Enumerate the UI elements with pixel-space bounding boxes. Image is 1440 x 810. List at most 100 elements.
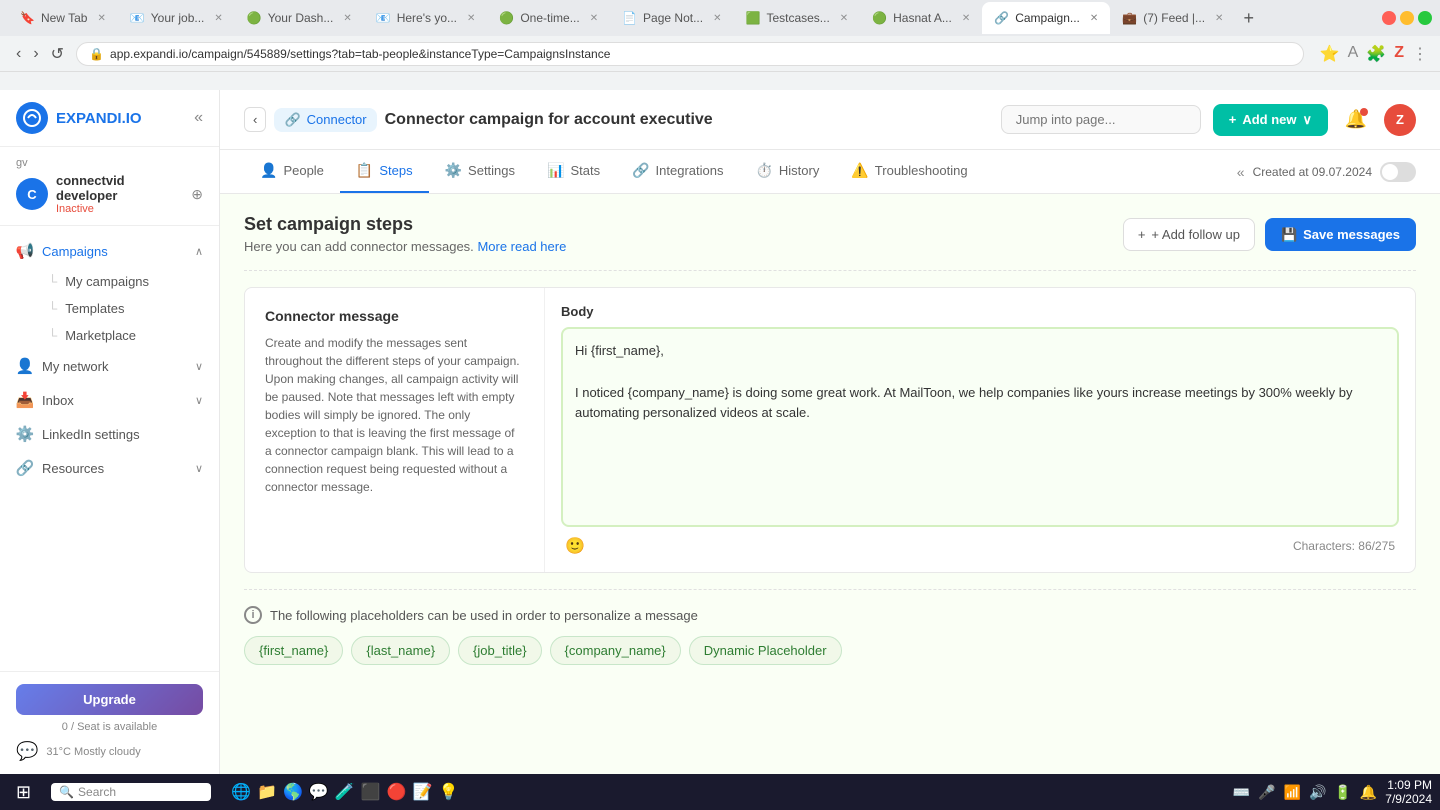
tab-close-icon[interactable]: ✕ — [1090, 13, 1098, 24]
tab-favicon: 🔖 — [20, 11, 35, 25]
taskbar-terminal-icon[interactable]: ⬛ — [361, 782, 381, 802]
refresh-browser-button[interactable]: ↺ — [47, 42, 68, 66]
tab-testcases[interactable]: 🟩 Testcases... ✕ — [733, 2, 860, 34]
notification-dot — [1360, 108, 1368, 116]
tab-your-dash[interactable]: 🟢 Your Dash... ✕ — [235, 2, 364, 34]
message-textarea[interactable]: Hi {first_name}, I noticed {company_name… — [561, 327, 1399, 527]
tab-integrations[interactable]: 🔗 Integrations — [616, 150, 739, 193]
placeholder-job-title[interactable]: {job_title} — [458, 636, 542, 665]
tab-close-icon[interactable]: ✕ — [97, 13, 105, 24]
emoji-picker-icon[interactable]: 🙂 — [565, 536, 585, 556]
tab-label: Here's yo... — [397, 11, 457, 25]
tab-close-icon[interactable]: ✕ — [1215, 13, 1223, 24]
more-read-link[interactable]: More read here — [477, 239, 566, 254]
sidebar-item-label: My network — [42, 359, 187, 374]
created-at-label: Created at 09.07.2024 — [1253, 165, 1372, 179]
taskbar-mic-icon: 🎤 — [1258, 784, 1275, 801]
sidebar-item-templates[interactable]: Templates — [32, 295, 219, 322]
user-avatar-top[interactable]: Z — [1384, 104, 1416, 136]
placeholder-first-name[interactable]: {first_name} — [244, 636, 343, 665]
minimize-window-button[interactable] — [1400, 11, 1414, 25]
collapse-icon[interactable]: « — [1237, 164, 1245, 180]
taskbar-folder-icon[interactable]: 📁 — [257, 782, 277, 802]
maximize-window-button[interactable] — [1418, 11, 1432, 25]
tab-history[interactable]: ⏱️ History — [739, 150, 835, 193]
notification-button[interactable]: 🔔 — [1340, 104, 1372, 136]
placeholder-tags: {first_name} {last_name} {job_title} {co… — [244, 636, 1416, 665]
placeholder-dynamic[interactable]: Dynamic Placeholder — [689, 636, 842, 665]
sidebar-item-my-campaigns[interactable]: My campaigns — [32, 268, 219, 295]
tab-hasnat[interactable]: 🟢 Hasnat A... ✕ — [860, 2, 982, 34]
steps-icon: 📋 — [356, 162, 373, 179]
connector-message-description: Create and modify the messages sent thro… — [265, 334, 524, 496]
tab-heres-yo[interactable]: 📧 Here's yo... ✕ — [364, 2, 488, 34]
taskbar-search[interactable]: 🔍 Search — [51, 783, 211, 801]
extension-puzzle-icon[interactable]: 🧩 — [1366, 44, 1386, 64]
sidebar-item-marketplace[interactable]: Marketplace — [32, 322, 219, 349]
tab-close-icon[interactable]: ✕ — [343, 13, 351, 24]
start-button[interactable]: ⊞ — [8, 778, 39, 807]
tab-people[interactable]: 👤 People — [244, 150, 340, 193]
sidebar-item-linkedin-settings[interactable]: ⚙️ LinkedIn settings — [0, 417, 219, 451]
tab-steps[interactable]: 📋 Steps — [340, 150, 429, 193]
taskbar-code-icon[interactable]: 💡 — [438, 782, 458, 802]
add-new-button[interactable]: + Add new ∨ — [1213, 104, 1328, 136]
add-follow-button[interactable]: + + Add follow up — [1123, 218, 1255, 251]
taskbar-chrome-icon[interactable]: 🌎 — [283, 782, 303, 802]
campaigns-submenu: My campaigns Templates Marketplace — [0, 268, 219, 349]
tab-favicon: 💼 — [1122, 11, 1137, 25]
tab-campaign[interactable]: 🔗 Campaign... ✕ — [982, 2, 1110, 34]
jump-input[interactable] — [1001, 105, 1201, 134]
chat-support-icon[interactable]: 💬 — [16, 741, 38, 762]
sidebar-item-my-network[interactable]: 👤 My network ∨ — [0, 349, 219, 383]
back-browser-button[interactable]: ‹ — [12, 42, 25, 66]
taskbar-chat-icon[interactable]: 💬 — [309, 782, 329, 802]
time-display: 1:09 PM — [1385, 778, 1432, 792]
placeholder-company-name[interactable]: {company_name} — [550, 636, 681, 665]
tab-your-job[interactable]: 📧 Your job... ✕ — [118, 2, 235, 34]
placeholder-info: i The following placeholders can be used… — [244, 606, 1416, 624]
taskbar-browser-icon[interactable]: 🌐 — [231, 782, 251, 802]
sidebar-item-campaigns[interactable]: 📢 Campaigns ∧ — [0, 234, 219, 268]
tab-page-not[interactable]: 📄 Page Not... ✕ — [610, 2, 733, 34]
url-bar[interactable]: 🔒 app.expandi.io/campaign/545889/setting… — [76, 42, 1304, 66]
date-display: 7/9/2024 — [1385, 792, 1432, 806]
back-button[interactable]: ‹ — [244, 107, 266, 132]
tab-one-time[interactable]: 🟢 One-time... ✕ — [487, 2, 610, 34]
created-at-section: « Created at 09.07.2024 — [1237, 162, 1416, 182]
sidebar-collapse-button[interactable]: « — [194, 109, 203, 127]
placeholder-last-name[interactable]: {last_name} — [351, 636, 450, 665]
extensions-icon[interactable]: ⭐ — [1320, 44, 1340, 64]
tab-settings[interactable]: ⚙️ Settings — [429, 150, 531, 193]
profile-icon[interactable]: A — [1348, 44, 1359, 64]
tab-close-icon[interactable]: ✕ — [962, 13, 970, 24]
tab-stats[interactable]: 📊 Stats — [531, 150, 616, 193]
tab-close-icon[interactable]: ✕ — [214, 13, 222, 24]
taskbar-notification-icon[interactable]: 🔔 — [1360, 784, 1377, 801]
tab-new-tab[interactable]: 🔖 New Tab ✕ — [8, 2, 118, 34]
more-options-icon[interactable]: ⋮ — [1412, 44, 1428, 64]
tab-close-icon[interactable]: ✕ — [713, 13, 721, 24]
taskbar-test-icon[interactable]: 🧪 — [335, 782, 355, 802]
taskbar-red-icon[interactable]: 🔴 — [387, 782, 407, 802]
campaigns-icon: 📢 — [16, 242, 34, 260]
tab-close-icon[interactable]: ✕ — [590, 13, 598, 24]
tab-linkedin[interactable]: 💼 (7) Feed |... ✕ — [1110, 2, 1235, 34]
new-tab-button[interactable]: + — [1235, 8, 1262, 29]
upgrade-button[interactable]: Upgrade — [16, 684, 203, 715]
close-window-button[interactable] — [1382, 11, 1396, 25]
forward-browser-button[interactable]: › — [29, 42, 42, 66]
campaign-toggle[interactable] — [1380, 162, 1416, 182]
app-container: EXPANDI.IO « gv C connectvid developer I… — [0, 90, 1440, 774]
taskbar-notes-icon[interactable]: 📝 — [413, 782, 433, 802]
user-profile-icon[interactable]: Z — [1394, 44, 1404, 64]
save-messages-button[interactable]: 💾 Save messages — [1265, 218, 1416, 251]
message-inner: Connector message Create and modify the … — [245, 288, 1415, 572]
sidebar-item-resources[interactable]: 🔗 Resources ∨ — [0, 451, 219, 485]
tab-close-icon[interactable]: ✕ — [467, 13, 475, 24]
tab-label: Your job... — [151, 11, 205, 25]
logo-icon — [16, 102, 48, 134]
tab-troubleshooting[interactable]: ⚠️ Troubleshooting — [835, 150, 983, 193]
tab-close-icon[interactable]: ✕ — [840, 13, 848, 24]
sidebar-item-inbox[interactable]: 📥 Inbox ∨ — [0, 383, 219, 417]
